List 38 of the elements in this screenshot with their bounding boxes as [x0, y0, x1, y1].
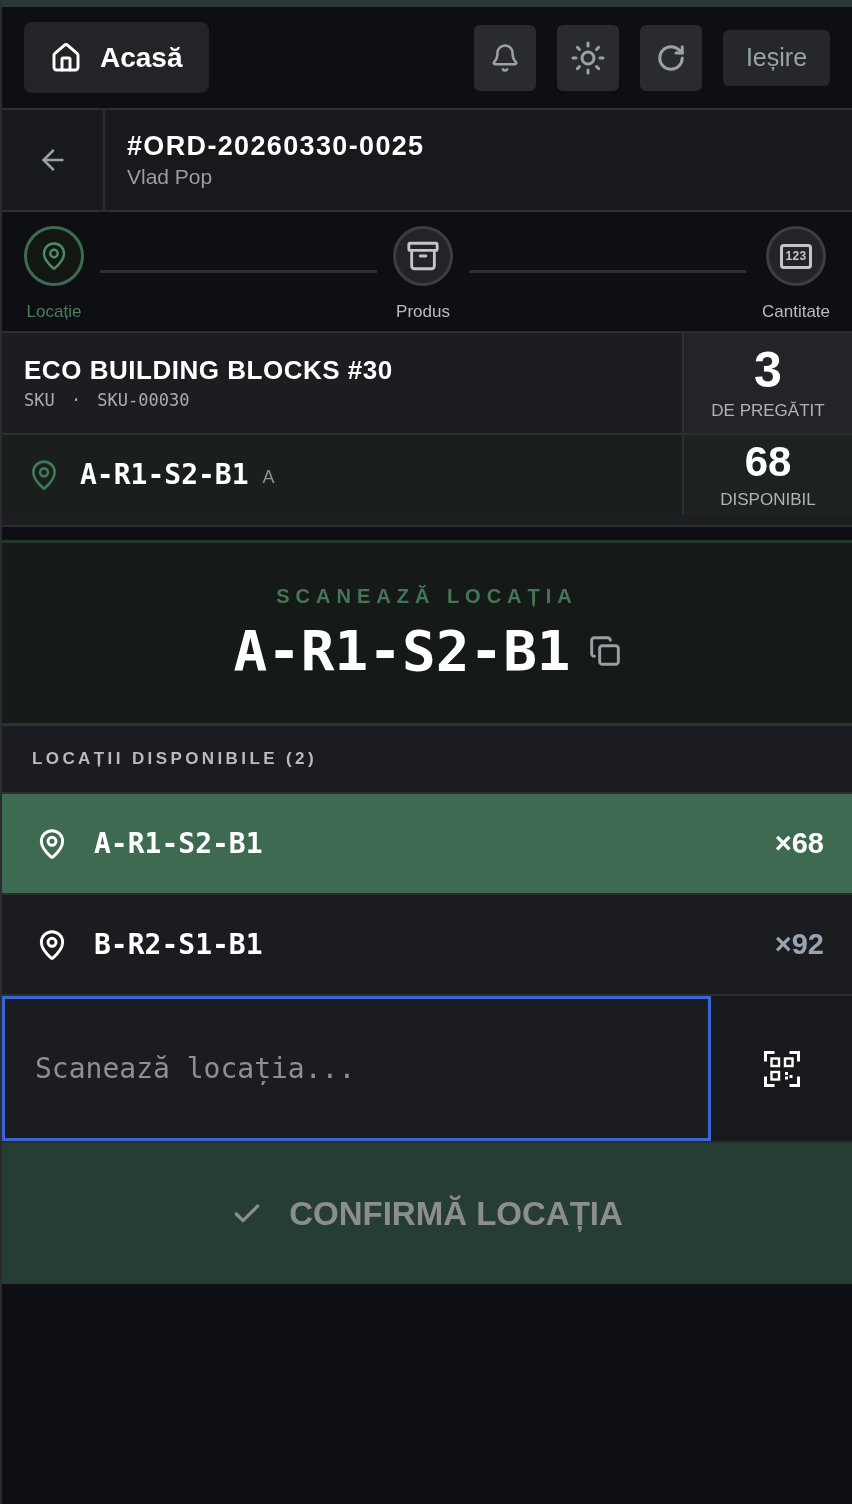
step-tab[interactable]: 123 Cantitate — [761, 226, 830, 322]
bell-icon — [490, 42, 520, 73]
home-icon — [50, 41, 82, 74]
sku-text: SKU · SKU-00030 — [24, 389, 191, 411]
location-code: B-R2-S1-B1 — [94, 926, 263, 963]
qr-code-scan-icon — [763, 1050, 800, 1087]
notifications-button[interactable] — [474, 24, 536, 91]
section-title: LOCAȚII DISPONIBILE (2) — [32, 748, 318, 771]
to-prepare-label: DE PREGĂTIT — [711, 400, 825, 422]
refresh-icon — [656, 42, 686, 73]
copy-icon — [588, 635, 621, 667]
location-option[interactable]: B-R2-S1-B1 ×92 — [2, 895, 852, 996]
customer-name: Vlad Pop — [127, 164, 214, 190]
location-option[interactable]: A-R1-S2-B1 ×68 — [2, 794, 852, 895]
home-button[interactable]: Acasă — [24, 22, 209, 93]
scan-target-label: SCANEAZĂ LOCAȚIA — [276, 584, 578, 609]
available-label: DISPONIBIL — [720, 489, 816, 511]
available-count: 68 — [744, 439, 792, 485]
archive-box-icon — [406, 239, 440, 273]
confirm-location-button: CONFIRMĂ LOCAȚIA — [2, 1143, 852, 1284]
step-tab[interactable]: Locație — [24, 226, 84, 322]
product-name: ECO BUILDING BLOCKS #30 — [24, 355, 394, 385]
theme-button[interactable] — [557, 24, 619, 91]
quantity-text: ×92 — [774, 926, 824, 962]
refresh-button[interactable] — [640, 24, 702, 91]
number-frame-icon: 123 — [780, 243, 812, 269]
logout-button[interactable]: Ieșire — [723, 29, 830, 86]
scan-target-code: A-R1-S2-B1 — [233, 619, 571, 683]
zone-label: A — [262, 465, 275, 489]
scan-input-field[interactable]: Scanează locația... — [2, 996, 711, 1141]
location-code: A-R1-S2-B1 — [80, 457, 249, 493]
to-prepare-count: 3 — [754, 344, 782, 396]
location-code: A-R1-S2-B1 — [94, 825, 263, 862]
quantity-text: ×68 — [774, 825, 824, 861]
sun-icon — [570, 39, 606, 76]
order-number: #ORD-20260330-0025 — [127, 130, 425, 162]
step-tab[interactable]: Produs — [393, 226, 453, 322]
copy-button[interactable] — [588, 635, 621, 667]
